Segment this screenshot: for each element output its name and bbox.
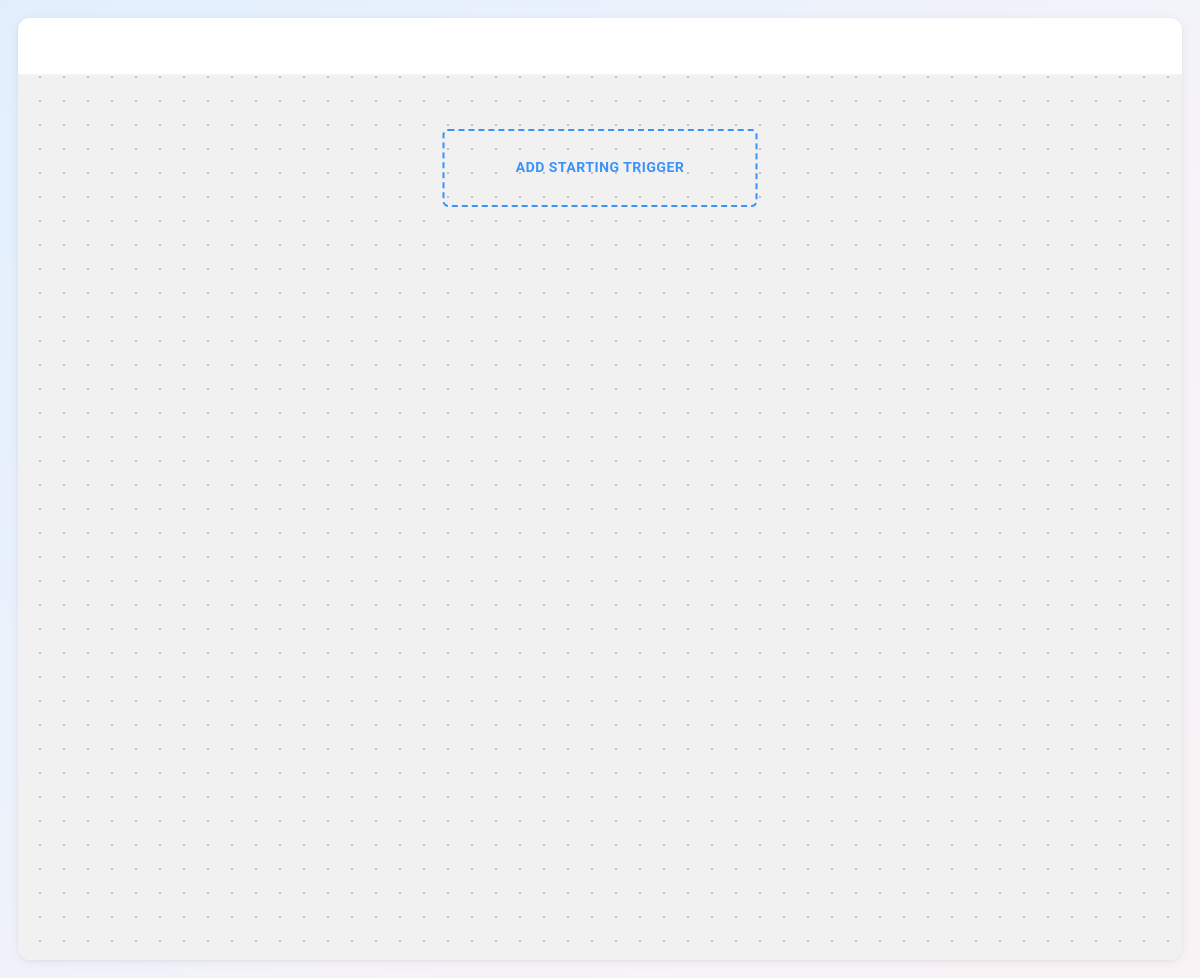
workflow-builder-container: Add Starting Trigger: [18, 18, 1182, 960]
toolbar: [18, 18, 1182, 75]
workflow-canvas[interactable]: Add Starting Trigger: [18, 75, 1182, 960]
add-starting-trigger-button[interactable]: Add Starting Trigger: [443, 129, 758, 207]
add-starting-trigger-label: Add Starting Trigger: [516, 160, 685, 176]
